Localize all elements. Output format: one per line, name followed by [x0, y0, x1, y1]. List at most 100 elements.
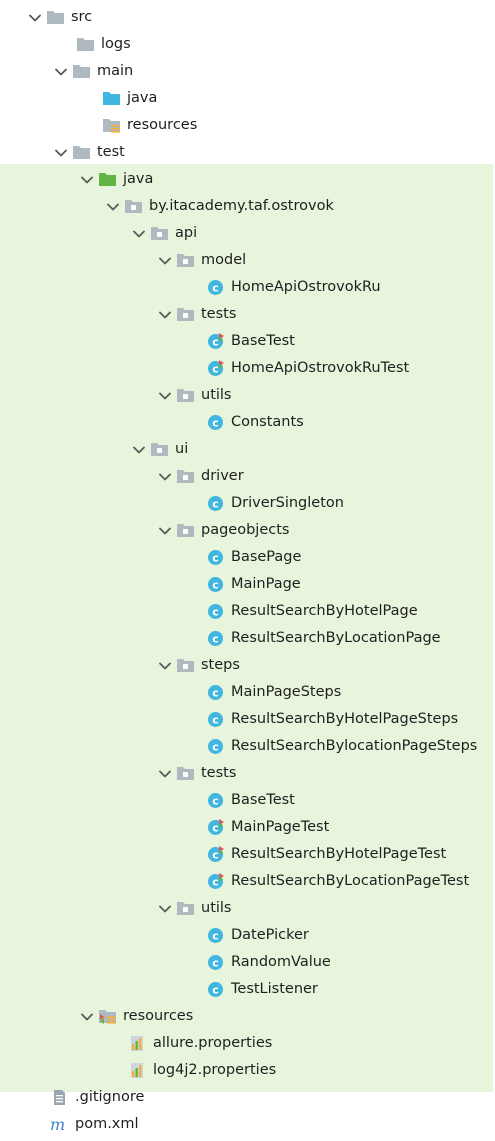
svg-text:c: c: [212, 822, 219, 835]
chevron-down-icon[interactable]: [158, 389, 172, 403]
tree-item-label: ResultSearchByLocationPage: [231, 630, 441, 646]
tree-item[interactable]: utils: [0, 895, 495, 922]
tree-item[interactable]: c DatePicker: [0, 922, 495, 949]
chevron-down-icon[interactable]: [28, 11, 42, 25]
tree-item-label: RandomValue: [231, 954, 331, 970]
tree-item[interactable]: c MainPage: [0, 571, 495, 598]
tree-item-label: ResultSearchByHotelPageSteps: [231, 711, 459, 727]
tree-item[interactable]: src: [0, 4, 495, 31]
chevron-down-icon[interactable]: [158, 308, 172, 322]
svg-text:c: c: [212, 282, 219, 295]
chevron-down-icon[interactable]: [132, 227, 146, 241]
tree-item[interactable]: c BaseTest: [0, 787, 495, 814]
chevron-down-icon[interactable]: [54, 146, 68, 160]
tree-item[interactable]: c ResultSearchByLocationPageTest: [0, 868, 495, 895]
folder-icon: [76, 37, 95, 53]
tree-item[interactable]: c Constants: [0, 409, 495, 436]
chevron-down-icon[interactable]: [132, 443, 146, 457]
tree-item[interactable]: .gitignore: [0, 1084, 495, 1111]
tree-item[interactable]: java: [0, 166, 495, 193]
java-class-icon: c: [206, 280, 225, 296]
tree-item[interactable]: c BaseTest: [0, 328, 495, 355]
tree-item-label: java: [123, 171, 154, 187]
tree-item[interactable]: c ResultSearchByHotelPageTest: [0, 841, 495, 868]
tree-item[interactable]: java: [0, 85, 495, 112]
tree-item-label: main: [97, 63, 134, 79]
svg-text:c: c: [212, 849, 219, 862]
maven-file-icon: m: [50, 1117, 69, 1133]
chevron-down-icon[interactable]: [158, 902, 172, 916]
tree-item[interactable]: resources: [0, 112, 495, 139]
tree-item-label: utils: [201, 900, 232, 916]
tree-item[interactable]: logs: [0, 31, 495, 58]
tree-item-label: pageobjects: [201, 522, 290, 538]
tree-item[interactable]: ui: [0, 436, 495, 463]
tree-item[interactable]: c DriverSingleton: [0, 490, 495, 517]
chevron-down-icon[interactable]: [158, 470, 172, 484]
svg-text:c: c: [212, 687, 219, 700]
tree-item-label: test: [97, 144, 125, 160]
chevron-down-icon[interactable]: [158, 767, 172, 781]
tree-item[interactable]: c BasePage: [0, 544, 495, 571]
tree-item[interactable]: steps: [0, 652, 495, 679]
tree-item[interactable]: tests: [0, 760, 495, 787]
tree-item[interactable]: c ResultSearchByLocationPage: [0, 625, 495, 652]
tree-item[interactable]: driver: [0, 463, 495, 490]
test-class-icon: c: [206, 873, 225, 890]
tree-item[interactable]: c HomeApiOstrovokRu: [0, 274, 495, 301]
tree-item-label: ResultSearchByLocationPageTest: [231, 873, 470, 889]
tree-item[interactable]: m pom.xml: [0, 1111, 495, 1138]
tree-item[interactable]: main: [0, 58, 495, 85]
tree-item[interactable]: allure.properties: [0, 1030, 495, 1057]
tree-item[interactable]: tests: [0, 301, 495, 328]
chevron-down-icon[interactable]: [80, 173, 94, 187]
svg-text:c: c: [212, 633, 219, 646]
tree-item-label: by.itacademy.taf.ostrovok: [149, 198, 334, 214]
tree-item-label: utils: [201, 387, 232, 403]
chevron-down-icon[interactable]: [80, 1010, 94, 1024]
folder-icon: [72, 64, 91, 80]
test-class-icon: c: [206, 819, 225, 836]
tree-item[interactable]: c TestListener: [0, 976, 495, 1003]
tree-item[interactable]: model: [0, 247, 495, 274]
tree-item[interactable]: pageobjects: [0, 517, 495, 544]
svg-text:c: c: [212, 795, 219, 808]
java-class-icon: c: [206, 685, 225, 701]
folder-icon: [72, 145, 91, 161]
package-icon: [176, 658, 195, 674]
chevron-down-icon[interactable]: [158, 254, 172, 268]
tree-item-label: ResultSearchByHotelPageTest: [231, 846, 447, 862]
chevron-down-icon[interactable]: [106, 200, 120, 214]
chevron-down-icon[interactable]: [158, 524, 172, 538]
tree-item-label: resources: [123, 1008, 194, 1024]
tree-item[interactable]: c RandomValue: [0, 949, 495, 976]
tree-item[interactable]: api: [0, 220, 495, 247]
tree-item-label: DatePicker: [231, 927, 309, 943]
properties-file-icon: [128, 1036, 147, 1052]
tree-item[interactable]: c ResultSearchByHotelPage: [0, 598, 495, 625]
tree-item-label: DriverSingleton: [231, 495, 344, 511]
test-class-icon: c: [206, 333, 225, 350]
tree-item[interactable]: c ResultSearchBylocationPageSteps: [0, 733, 495, 760]
tree-item-label: HomeApiOstrovokRu: [231, 279, 381, 295]
java-class-icon: c: [206, 604, 225, 620]
tree-item[interactable]: c ResultSearchByHotelPageSteps: [0, 706, 495, 733]
tree-item-label: allure.properties: [153, 1035, 273, 1051]
tree-item[interactable]: by.itacademy.taf.ostrovok: [0, 193, 495, 220]
tree-item-label: Constants: [231, 414, 304, 430]
chevron-down-icon[interactable]: [158, 659, 172, 673]
test-class-icon: c: [206, 360, 225, 377]
tree-item[interactable]: utils: [0, 382, 495, 409]
tree-item-label: ResultSearchByHotelPage: [231, 603, 418, 619]
tree-item-label: logs: [101, 36, 131, 52]
tree-item[interactable]: log4j2.properties: [0, 1057, 495, 1084]
chevron-down-icon[interactable]: [54, 65, 68, 79]
tree-item[interactable]: c HomeApiOstrovokRuTest: [0, 355, 495, 382]
java-class-icon: c: [206, 631, 225, 647]
tree-item-label: api: [175, 225, 198, 241]
tree-item[interactable]: c MainPageSteps: [0, 679, 495, 706]
svg-text:c: c: [212, 498, 219, 511]
tree-item[interactable]: c MainPageTest: [0, 814, 495, 841]
tree-item[interactable]: test: [0, 139, 495, 166]
tree-item[interactable]: resources: [0, 1003, 495, 1030]
